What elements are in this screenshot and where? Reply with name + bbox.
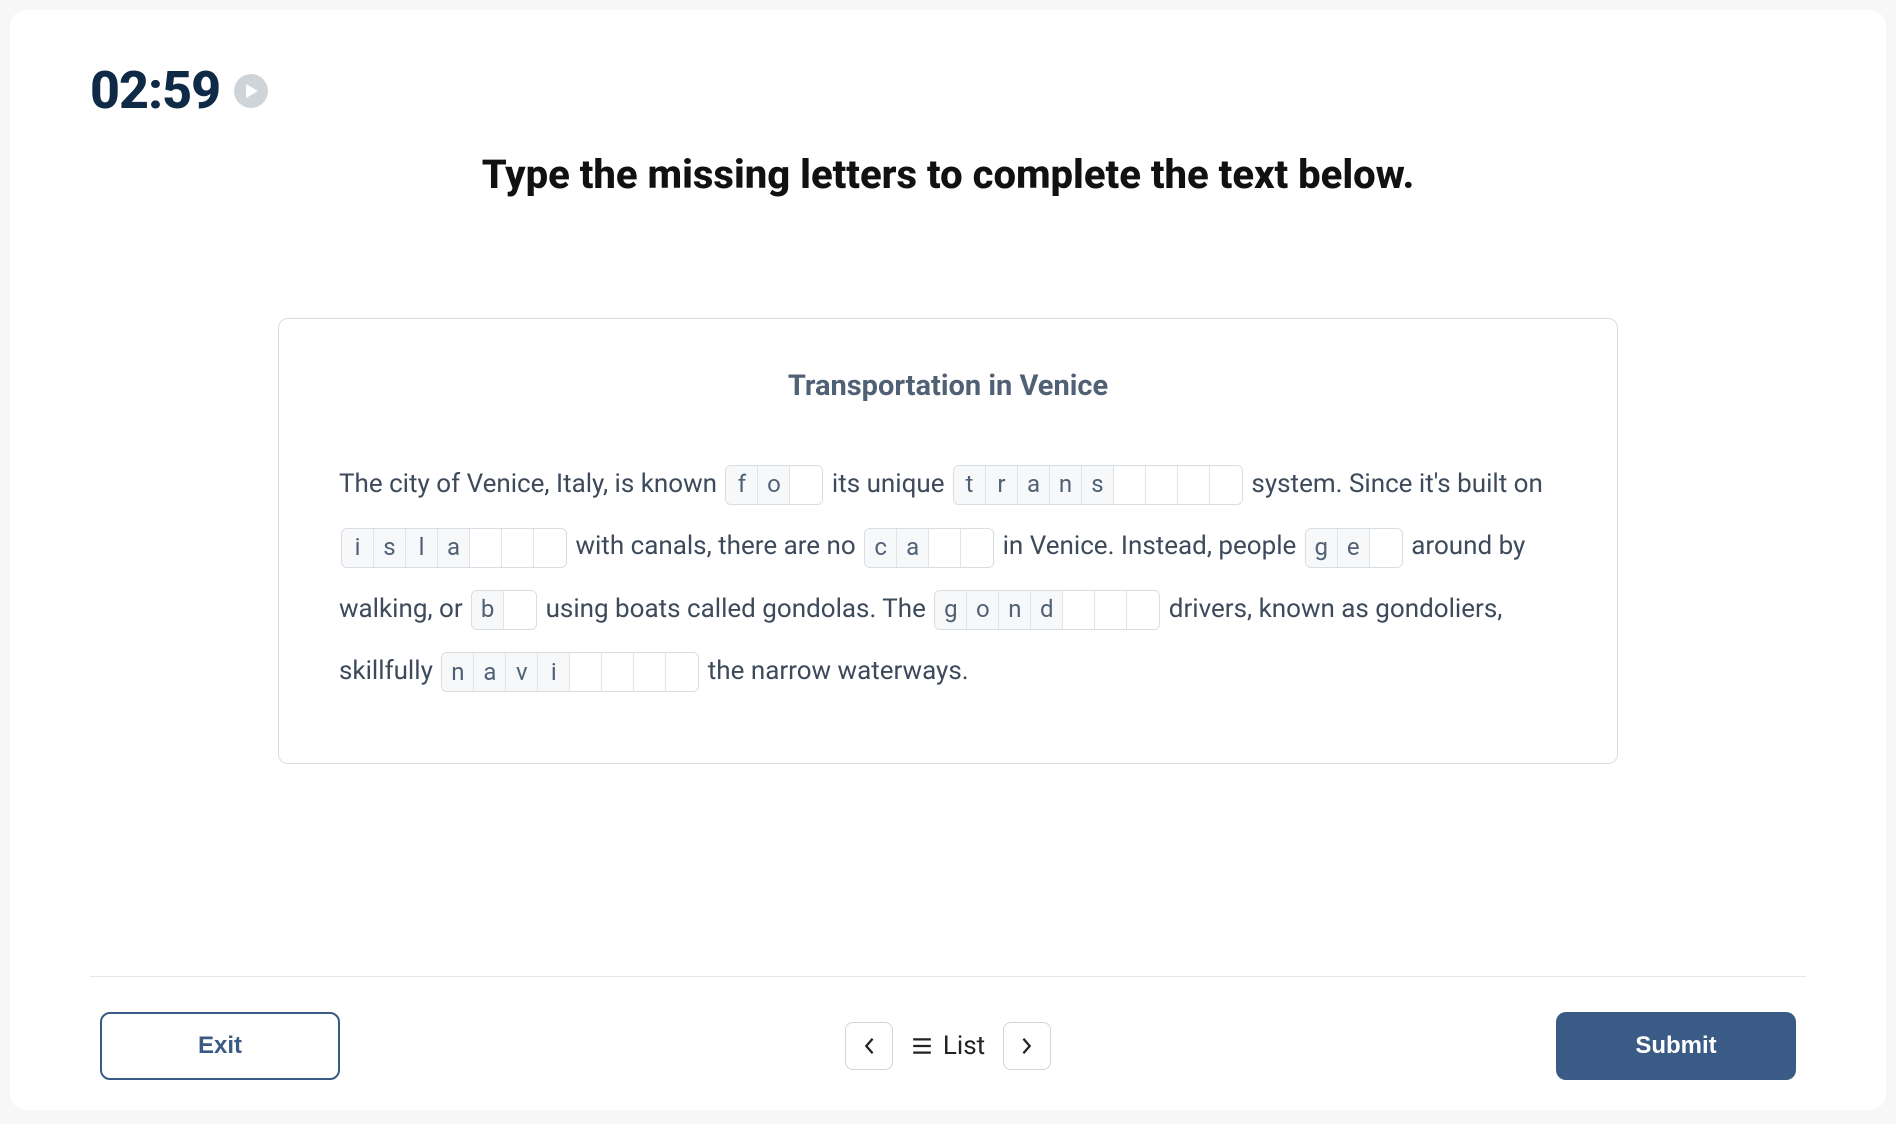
- instruction-heading: Type the missing letters to complete the…: [90, 151, 1806, 198]
- letter-input-cell[interactable]: [602, 653, 634, 691]
- letter-input-cell[interactable]: [534, 529, 566, 567]
- word-input-group[interactable]: b: [471, 590, 537, 630]
- play-button[interactable]: [234, 74, 268, 108]
- play-icon: [245, 84, 259, 98]
- text-segment: The city of Venice, Italy, is known: [339, 469, 723, 499]
- letter-given-cell: i: [538, 653, 570, 691]
- timer-display: 02:59: [90, 60, 220, 121]
- list-button[interactable]: List: [911, 1031, 985, 1061]
- letter-input-cell[interactable]: [1127, 591, 1159, 629]
- letter-input-cell[interactable]: [502, 529, 534, 567]
- letter-given-cell: t: [954, 466, 986, 504]
- letter-given-cell: c: [865, 529, 897, 567]
- letter-given-cell: g: [1306, 529, 1338, 567]
- letter-given-cell: a: [1018, 466, 1050, 504]
- letter-given-cell: r: [986, 466, 1018, 504]
- text-segment: with canals, there are no: [569, 531, 862, 561]
- letter-given-cell: a: [438, 529, 470, 567]
- list-icon: [911, 1035, 933, 1057]
- chevron-right-icon: [1018, 1037, 1036, 1055]
- letter-given-cell: o: [967, 591, 999, 629]
- letter-given-cell: n: [442, 653, 474, 691]
- letter-input-cell[interactable]: [1095, 591, 1127, 629]
- letter-input-cell[interactable]: [790, 466, 822, 504]
- letter-given-cell: o: [758, 466, 790, 504]
- letter-input-cell[interactable]: [1063, 591, 1095, 629]
- letter-given-cell: i: [342, 529, 374, 567]
- letter-input-cell[interactable]: [666, 653, 698, 691]
- letter-input-cell[interactable]: [929, 529, 961, 567]
- letter-given-cell: e: [1338, 529, 1370, 567]
- letter-given-cell: n: [1050, 466, 1082, 504]
- letter-input-cell[interactable]: [1114, 466, 1146, 504]
- footer-divider: [90, 976, 1806, 977]
- exercise-card: Transportation in Venice The city of Ven…: [278, 318, 1618, 764]
- letter-given-cell: n: [999, 591, 1031, 629]
- text-segment: using boats called gondolas. The: [539, 594, 932, 624]
- word-input-group[interactable]: isla: [341, 528, 567, 568]
- letter-given-cell: a: [474, 653, 506, 691]
- next-button[interactable]: [1003, 1022, 1051, 1070]
- letter-input-cell[interactable]: [570, 653, 602, 691]
- letter-input-cell[interactable]: [1370, 529, 1402, 567]
- letter-input-cell[interactable]: [504, 591, 536, 629]
- word-input-group[interactable]: navi: [441, 652, 699, 692]
- letter-given-cell: f: [726, 466, 758, 504]
- letter-input-cell[interactable]: [470, 529, 502, 567]
- letter-input-cell[interactable]: [1146, 466, 1178, 504]
- letter-input-cell[interactable]: [1210, 466, 1242, 504]
- timer-row: 02:59: [90, 60, 1806, 121]
- word-input-group[interactable]: ca: [864, 528, 994, 568]
- word-input-group[interactable]: gond: [934, 590, 1160, 630]
- letter-given-cell: l: [406, 529, 438, 567]
- chevron-left-icon: [860, 1037, 878, 1055]
- letter-input-cell[interactable]: [634, 653, 666, 691]
- word-input-group[interactable]: ge: [1305, 528, 1403, 568]
- footer: Exit List Submit: [90, 1012, 1806, 1080]
- letter-given-cell: b: [472, 591, 504, 629]
- letter-given-cell: d: [1031, 591, 1063, 629]
- submit-button[interactable]: Submit: [1556, 1012, 1796, 1080]
- text-segment: the narrow waterways.: [701, 656, 968, 686]
- letter-input-cell[interactable]: [1178, 466, 1210, 504]
- letter-given-cell: s: [1082, 466, 1114, 504]
- exercise-title: Transportation in Venice: [339, 369, 1557, 403]
- text-segment: in Venice. Instead, people: [996, 531, 1303, 561]
- prev-button[interactable]: [845, 1022, 893, 1070]
- exit-button[interactable]: Exit: [100, 1012, 340, 1080]
- word-input-group[interactable]: trans: [953, 465, 1243, 505]
- letter-given-cell: s: [374, 529, 406, 567]
- list-label: List: [943, 1031, 985, 1061]
- text-segment: system. Since it's built on: [1245, 469, 1549, 499]
- letter-given-cell: a: [897, 529, 929, 567]
- word-input-group[interactable]: fo: [725, 465, 823, 505]
- letter-input-cell[interactable]: [961, 529, 993, 567]
- letter-given-cell: g: [935, 591, 967, 629]
- text-segment: its unique: [825, 469, 951, 499]
- nav-group: List: [845, 1022, 1051, 1070]
- letter-given-cell: v: [506, 653, 538, 691]
- app-container: 02:59 Type the missing letters to comple…: [10, 10, 1886, 1110]
- exercise-body: The city of Venice, Italy, is known fo i…: [339, 453, 1557, 703]
